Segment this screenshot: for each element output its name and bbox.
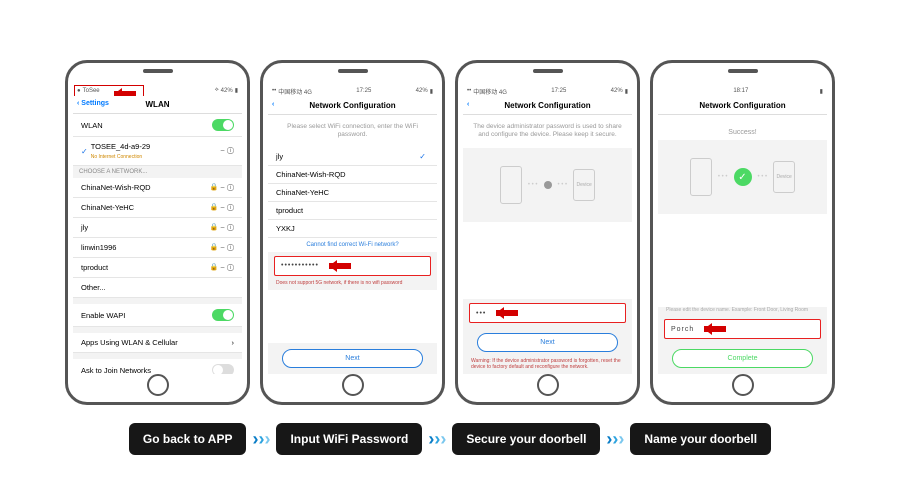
next-button[interactable]: Next	[282, 349, 423, 368]
chevron-right-icon: ›››	[606, 429, 624, 450]
dot-icon	[544, 181, 552, 189]
complete-button[interactable]: Complete	[672, 349, 813, 368]
chevron-right-icon: ›››	[428, 429, 446, 450]
check-circle-icon: ✓	[734, 168, 752, 186]
page-title: WLAN	[146, 100, 170, 109]
network-row[interactable]: jly✓	[268, 148, 437, 166]
phones-row: ●ToSee ⟡42%▮ ‹ Settings WLAN WLAN ✓ TOSE…	[0, 0, 900, 405]
phone-4: 18:17 ▮ Network Configuration Success! •…	[650, 60, 835, 405]
network-row[interactable]: tproduct🔒 ⌢ ⓘ	[73, 258, 242, 278]
chevron-right-icon: ›››	[252, 429, 270, 450]
wifi-icon: ⌢ ⓘ	[220, 147, 234, 155]
page-title: Network Configuration	[699, 101, 785, 110]
network-row[interactable]: ChinaNet-YeHC🔒 ⌢ ⓘ	[73, 198, 242, 218]
warning-text: Warning: If the device administrator pas…	[463, 358, 632, 374]
network-row[interactable]: ChinaNet-Wish-RQD	[268, 166, 437, 184]
network-row[interactable]: ChinaNet-YeHC	[268, 184, 437, 202]
caption-4: Name your doorbell	[630, 423, 771, 455]
page-title: Network Configuration	[309, 101, 395, 110]
toggle-on-icon[interactable]	[212, 309, 234, 321]
network-row[interactable]: ChinaNet-Wish-RQD🔒 ⌢ ⓘ	[73, 178, 242, 198]
help-link[interactable]: Cannot find correct Wi-Fi network?	[268, 238, 437, 252]
connected-network[interactable]: ✓ TOSEE_4d-a9-29No Internet Connection ⌢…	[73, 137, 242, 166]
next-button[interactable]: Next	[477, 333, 618, 352]
password-input[interactable]: •••••••••••	[274, 256, 431, 276]
device-diagram: • • • • • • Device	[463, 148, 632, 222]
status-bar: ••中国移动 4G 17:25 42%▮	[463, 85, 632, 97]
title-bar: ‹ Network Configuration	[268, 97, 437, 115]
title-bar: ‹ Network Configuration	[463, 97, 632, 115]
page-title: Network Configuration	[504, 101, 590, 110]
caption-3: Secure your doorbell	[452, 423, 600, 455]
section-label: CHOOSE A NETWORK...	[73, 166, 242, 178]
arrow-indicator	[323, 261, 355, 271]
warning-text: Does not support 5G network, if there is…	[268, 280, 437, 290]
toggle-on-icon[interactable]	[212, 119, 234, 131]
title-bar: ‹ Settings WLAN	[73, 96, 242, 114]
device-icon: Device	[573, 169, 595, 201]
network-row[interactable]: YXKJ	[268, 220, 437, 238]
caption-1: Go back to APP	[129, 423, 247, 455]
status-bar: ••中国移动 4G 17:25 42%▮	[268, 85, 437, 97]
phone-icon	[690, 158, 712, 196]
caption-2: Input WiFi Password	[276, 423, 422, 455]
check-icon: ✓	[419, 152, 426, 161]
hint-text: Please edit the device name. Example: Fr…	[658, 307, 827, 315]
network-row[interactable]: jly🔒 ⌢ ⓘ	[73, 218, 242, 238]
wifi-icon: ⟡	[215, 87, 219, 94]
back-button[interactable]: ‹ Settings	[77, 100, 109, 107]
device-name-input[interactable]: Porch	[664, 319, 821, 339]
apps-row[interactable]: Apps Using WLAN & Cellular›	[73, 333, 242, 353]
phone-2: ••中国移动 4G 17:25 42%▮ ‹ Network Configura…	[260, 60, 445, 405]
admin-password-input[interactable]: •••	[469, 303, 626, 323]
network-row[interactable]: linwin1996🔒 ⌢ ⓘ	[73, 238, 242, 258]
device-icon: Device	[773, 161, 795, 193]
check-icon: ✓	[81, 147, 88, 156]
network-row[interactable]: tproduct	[268, 202, 437, 220]
status-bar: 18:17 ▮	[658, 85, 827, 97]
success-text: Success!	[658, 115, 827, 140]
title-bar: Network Configuration	[658, 97, 827, 115]
arrow-indicator	[698, 324, 730, 334]
instructions: Please select WiFi connection, enter the…	[268, 115, 437, 148]
phone-icon	[500, 166, 522, 204]
wapi-row[interactable]: Enable WAPI	[73, 304, 242, 327]
device-diagram: • • • ✓ • • • Device	[658, 140, 827, 214]
wlan-toggle-row[interactable]: WLAN	[73, 114, 242, 137]
toggle-off-icon[interactable]	[212, 364, 234, 374]
captions: Go back to APP ››› Input WiFi Password ›…	[0, 423, 900, 455]
status-bar: ●ToSee ⟡42%▮	[73, 85, 242, 96]
ask-join-row[interactable]: Ask to Join Networks	[73, 359, 242, 374]
phone-1: ●ToSee ⟡42%▮ ‹ Settings WLAN WLAN ✓ TOSE…	[65, 60, 250, 405]
back-button[interactable]: ‹	[467, 101, 469, 108]
instructions: The device administrator password is use…	[463, 115, 632, 148]
back-button[interactable]: ‹	[272, 101, 274, 108]
arrow-indicator	[490, 308, 522, 318]
phone-3: ••中国移动 4G 17:25 42%▮ ‹ Network Configura…	[455, 60, 640, 405]
network-row[interactable]: Other...	[73, 278, 242, 298]
